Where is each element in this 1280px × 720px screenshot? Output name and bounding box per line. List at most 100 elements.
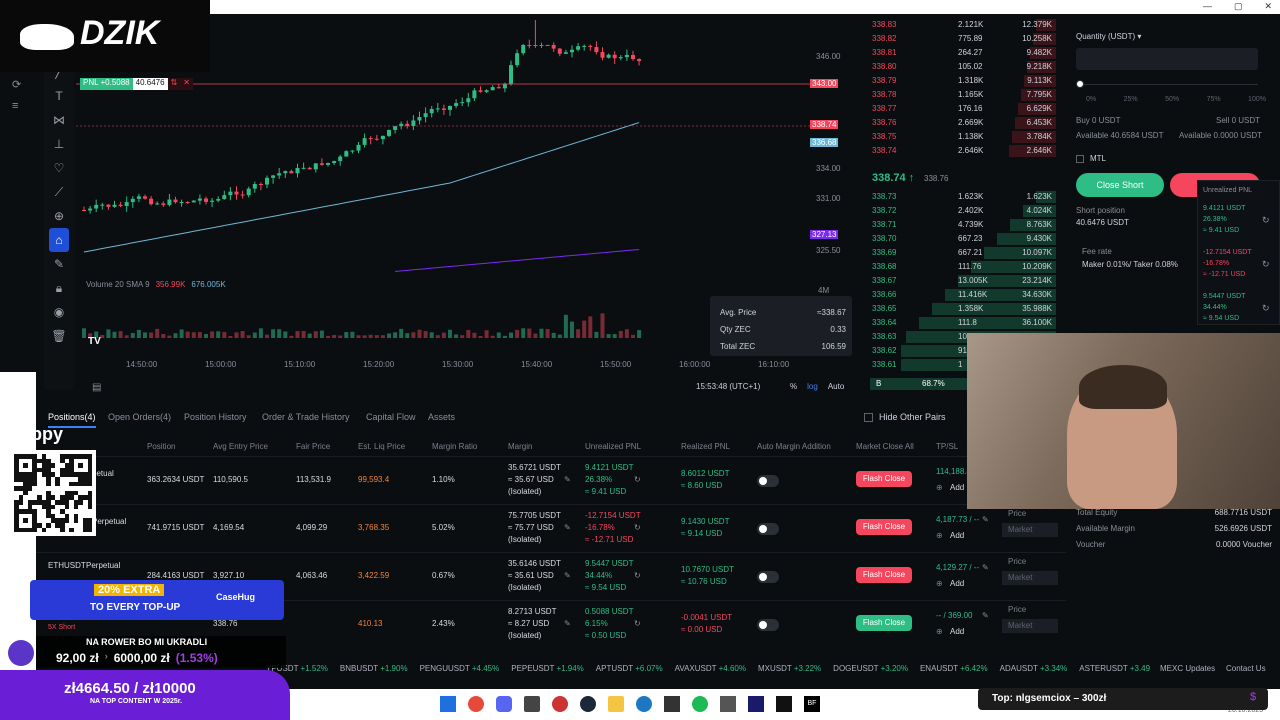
close-price-input[interactable]: Market	[1002, 571, 1058, 585]
close-position-icon[interactable]: ✕	[180, 78, 193, 90]
bid-row[interactable]: 338.65 1.358K 35.988K	[866, 302, 1056, 316]
bid-row[interactable]: 338.72 2.402K 4.024K	[866, 204, 1056, 218]
share-pnl-icon[interactable]: ↻	[634, 523, 641, 532]
slider-mark[interactable]: 50%	[1165, 96, 1179, 103]
ticker-item[interactable]: BNBUSDT +1.90%	[340, 664, 408, 673]
chrome-icon[interactable]	[468, 696, 484, 712]
positions-tab[interactable]: Order & Trade History	[262, 412, 350, 422]
column-header[interactable]: Position	[147, 442, 175, 451]
flash-close-button[interactable]: Flash Close	[856, 567, 912, 583]
calendar-icon[interactable]: ▤	[92, 382, 101, 393]
positions-tab[interactable]: Assets	[428, 412, 455, 422]
ruler-icon[interactable]: ⟋	[44, 180, 74, 204]
ticker-item[interactable]: APTUSDT +6.07%	[596, 664, 663, 673]
slider-mark[interactable]: 75%	[1207, 96, 1221, 103]
eye-icon[interactable]: ◉	[44, 300, 74, 324]
lock-icon[interactable]: 🔒︎	[44, 276, 74, 300]
app-icon[interactable]	[748, 696, 764, 712]
mexc-updates-link[interactable]: MEXC Updates	[1160, 664, 1215, 673]
share-pnl-icon[interactable]: ↻	[634, 571, 641, 580]
column-header[interactable]: Margin	[508, 442, 532, 451]
trash-icon[interactable]: 🗑︎	[44, 324, 74, 348]
auto-margin-toggle[interactable]	[757, 523, 779, 535]
column-header[interactable]: Unrealized PNL	[585, 442, 641, 451]
ask-row[interactable]: 338.78 1.165K 7.795K	[866, 88, 1056, 102]
column-header[interactable]: Realized PNL	[681, 442, 730, 451]
brush-icon[interactable]: ✎	[44, 252, 74, 276]
log-scale-button[interactable]: log	[807, 382, 818, 391]
ticker-item[interactable]: ENAUSDT +6.42%	[920, 664, 988, 673]
minimize-button[interactable]: —	[1203, 1, 1212, 12]
bid-row[interactable]: 338.66 11.416K 34.630K	[866, 288, 1056, 302]
auto-margin-toggle[interactable]	[757, 571, 779, 583]
quantity-input[interactable]	[1076, 48, 1258, 70]
flash-close-button[interactable]: Flash Close	[856, 615, 912, 631]
close-price-input[interactable]: Market	[1002, 523, 1058, 537]
share-icon[interactable]: ↻	[1262, 215, 1270, 226]
bid-row[interactable]: 338.71 4.739K 8.763K	[866, 218, 1056, 232]
contact-us-link[interactable]: Contact Us	[1226, 664, 1266, 673]
ticker-item[interactable]: DOGEUSDT +3.20%	[833, 664, 908, 673]
ticker-item[interactable]: PEPEUSDT +1.94%	[511, 664, 584, 673]
notepad-icon[interactable]	[720, 696, 736, 712]
column-header[interactable]: Margin Ratio	[432, 442, 477, 451]
auto-margin-toggle[interactable]	[757, 619, 779, 631]
edit-margin-icon[interactable]: ✎	[564, 571, 571, 580]
positions-tab[interactable]: Capital Flow	[366, 412, 416, 422]
measure-icon[interactable]: ⊥	[44, 132, 74, 156]
bid-row[interactable]: 338.70 667.23 9.430K	[866, 232, 1056, 246]
share-pnl-icon[interactable]: ↻	[634, 619, 641, 628]
edit-tpsl-icon[interactable]: ✎	[982, 563, 989, 572]
menu-icon[interactable]: ≡	[12, 100, 18, 112]
slider-mark[interactable]: 25%	[1124, 96, 1138, 103]
share-icon[interactable]: ↻	[1262, 303, 1270, 314]
slider-mark[interactable]: 0%	[1086, 96, 1096, 103]
auto-scale-button[interactable]: Auto	[828, 382, 844, 391]
add-tpsl-icon[interactable]: ⊕	[936, 579, 943, 588]
edit-tpsl-icon[interactable]: ✎	[982, 611, 989, 620]
auto-margin-toggle[interactable]	[757, 475, 779, 487]
ask-row[interactable]: 338.75 1.138K 3.784K	[866, 130, 1056, 144]
ticker-item[interactable]: ASTERUSDT +3.49	[1079, 664, 1150, 673]
close-button[interactable]: ✕	[1264, 1, 1272, 12]
spotify-icon[interactable]	[692, 696, 708, 712]
mtl-checkbox[interactable]	[1076, 155, 1084, 163]
bid-row[interactable]: 338.73 1.623K 1.623K	[866, 190, 1056, 204]
cmd-icon[interactable]	[776, 696, 792, 712]
zoom-icon[interactable]: ⊕	[44, 204, 74, 228]
favorite-icon[interactable]: ♡	[44, 156, 74, 180]
ask-row[interactable]: 338.81 264.27 9.482K	[866, 46, 1056, 60]
ask-row[interactable]: 338.74 2.646K 2.646K	[866, 144, 1056, 158]
ask-row[interactable]: 338.77 176.16 6.629K	[866, 102, 1056, 116]
discord-icon[interactable]	[496, 696, 512, 712]
edit-margin-icon[interactable]: ✎	[564, 475, 571, 484]
slider-handle[interactable]	[1076, 80, 1084, 88]
ask-row[interactable]: 338.82 775.89 10.258K	[866, 32, 1056, 46]
slider-mark[interactable]: 100%	[1248, 96, 1266, 103]
folder-icon[interactable]	[608, 696, 624, 712]
refresh-icon[interactable]: ⟳	[12, 78, 21, 91]
close-price-input[interactable]: Market	[1002, 619, 1058, 633]
ask-row[interactable]: 338.80 105.02 9.218K	[866, 60, 1056, 74]
flash-close-button[interactable]: Flash Close	[856, 519, 912, 535]
bid-row[interactable]: 338.64 111.8 36.100K	[866, 316, 1056, 330]
edit-margin-icon[interactable]: ✎	[564, 523, 571, 532]
obs-icon[interactable]	[552, 696, 568, 712]
add-tpsl-icon[interactable]: ⊕	[936, 483, 943, 492]
bid-row[interactable]: 338.68 111.76 10.209K	[866, 260, 1056, 274]
percent-scale-button[interactable]: %	[790, 382, 797, 391]
edit-tpsl-icon[interactable]: ✎	[982, 515, 989, 524]
start-icon[interactable]	[440, 696, 456, 712]
pnl-tag[interactable]: PNL +0.5088 40.6476 ⇅ ✕	[80, 78, 193, 90]
column-header[interactable]: Auto Margin Addition	[757, 442, 831, 451]
edge-icon[interactable]	[636, 696, 652, 712]
column-header[interactable]: Market Close All	[856, 442, 914, 451]
pattern-tool-icon[interactable]: ⋈	[44, 108, 74, 132]
quantity-slider[interactable]	[1076, 84, 1258, 85]
positions-tab[interactable]: Open Orders(4)	[108, 412, 171, 422]
ask-row[interactable]: 338.76 2.669K 6.453K	[866, 116, 1056, 130]
positions-tab[interactable]: Position History	[184, 412, 247, 422]
ticker-item[interactable]: MXUSDT +3.22%	[758, 664, 821, 673]
price-chart[interactable]: PNL +0.5088 40.6476 ⇅ ✕ 346.00 343.00 33…	[76, 20, 856, 400]
column-header[interactable]: Est. Liq Price	[358, 442, 405, 451]
